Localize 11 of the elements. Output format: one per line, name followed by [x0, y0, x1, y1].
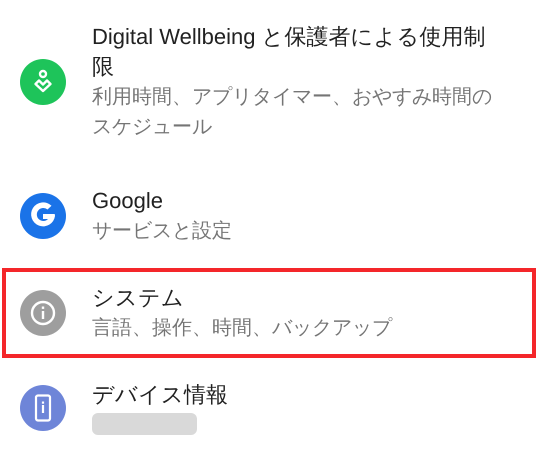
item-title[interactable]: Digital Wellbeing と保護者による使用制限	[92, 22, 495, 82]
heart-person-icon	[20, 59, 66, 105]
item-title[interactable]: デバイス情報	[92, 380, 495, 410]
item-subtitle: 利用時間、アプリタイマー、おやすみ時間のスケジュール	[92, 85, 493, 140]
phone-info-icon	[20, 384, 66, 430]
item-subtitle: サービスと設定	[92, 219, 233, 244]
google-g-icon	[20, 193, 66, 239]
item-title[interactable]: システム	[92, 283, 495, 313]
info-icon	[20, 290, 66, 336]
item-subtitle: 言語、操作、時間、バックアップ	[92, 316, 394, 341]
item-title[interactable]: Google	[92, 186, 495, 216]
